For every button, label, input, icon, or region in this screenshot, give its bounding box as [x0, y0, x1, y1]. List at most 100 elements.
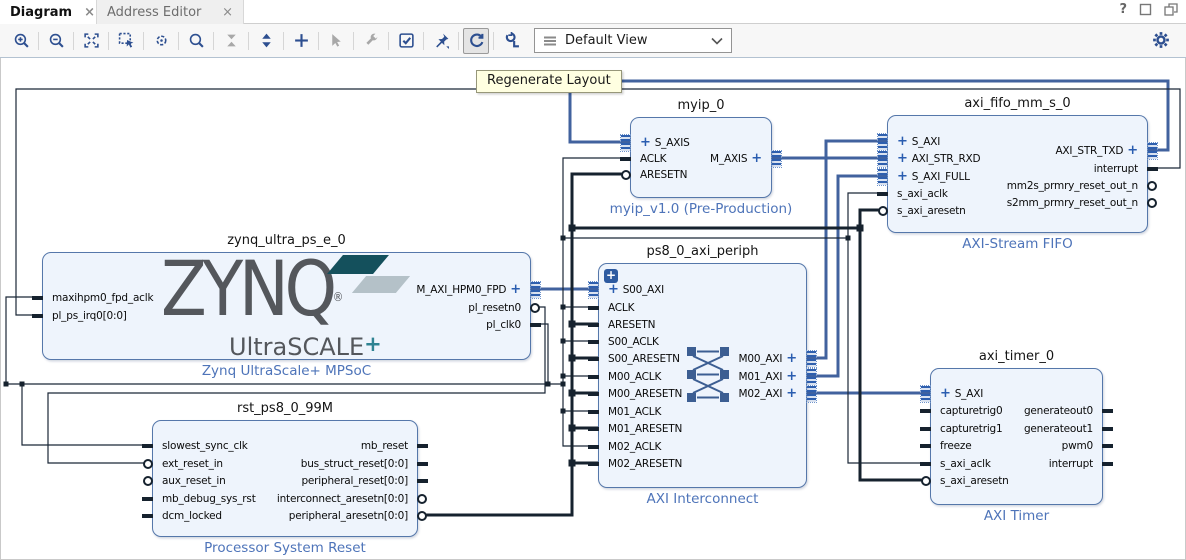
- port-interrupt[interactable]: interrupt: [1049, 457, 1093, 471]
- port-s00_aclk[interactable]: S00_ACLK: [608, 335, 659, 349]
- port-pl_clk0[interactable]: pl_clk0: [486, 318, 521, 332]
- port-s_axi_full[interactable]: +S_AXI_FULL: [897, 170, 970, 184]
- port-aresetn[interactable]: ARESETN: [608, 318, 655, 332]
- expand-interface-icon[interactable]: +: [608, 283, 619, 297]
- settings-gear-icon[interactable]: [1148, 27, 1174, 53]
- scalar-pin[interactable]: [142, 444, 153, 448]
- active-low-pin[interactable]: [417, 494, 427, 504]
- port-axi_str_txd[interactable]: AXI_STR_TXD+: [1055, 144, 1138, 158]
- expand-interface-icon[interactable]: +: [786, 370, 797, 384]
- interface-view-button[interactable]: [498, 28, 524, 54]
- port-s_axi[interactable]: +S_AXI: [897, 135, 940, 149]
- expand-interface-icon[interactable]: +: [897, 135, 908, 149]
- active-low-pin[interactable]: [1147, 181, 1157, 191]
- active-low-pin[interactable]: [143, 459, 153, 469]
- port-aclk[interactable]: ACLK: [608, 301, 634, 315]
- port-pwm0[interactable]: pwm0: [1062, 439, 1093, 453]
- scalar-pin[interactable]: [920, 427, 931, 431]
- center-view-button[interactable]: [148, 28, 174, 54]
- block-rst_ps8_0_99M[interactable]: slowest_sync_clkext_reset_inaux_reset_in…: [152, 420, 418, 537]
- pin-button[interactable]: [428, 28, 454, 54]
- active-low-pin[interactable]: [417, 511, 427, 521]
- active-low-pin[interactable]: [1147, 198, 1157, 208]
- port-aresetn[interactable]: ARESETN: [640, 168, 687, 182]
- scalar-pin[interactable]: [588, 340, 599, 344]
- block-myip_0[interactable]: +S_AXISACLKARESETNM_AXIS+: [630, 117, 772, 198]
- port-generateout1[interactable]: generateout1: [1024, 422, 1093, 436]
- port-mm2s_prmry_reset_out_n[interactable]: mm2s_prmry_reset_out_n: [1007, 179, 1138, 193]
- port-mb_reset[interactable]: mb_reset: [361, 439, 408, 453]
- port-s_axi_aresetn[interactable]: s_axi_aresetn: [940, 474, 1009, 488]
- port-m01_axi[interactable]: M01_AXI+: [739, 370, 797, 384]
- port-s2mm_prmry_reset_out_n[interactable]: s2mm_prmry_reset_out_n: [1007, 196, 1138, 210]
- port-m_axi_hpm0_fpd[interactable]: M_AXI_HPM0_FPD+: [416, 283, 521, 297]
- block-axi_fifo_mm_s_0[interactable]: +S_AXI +AXI_STR_RXD +S_AXI_FULL s_axi_aclks…: [887, 115, 1148, 233]
- scalar-pin[interactable]: [1102, 409, 1113, 413]
- port-interconnect_aresetn00[interactable]: interconnect_aresetn[0:0]: [277, 492, 408, 506]
- interface-pin[interactable]: [878, 151, 887, 167]
- port-generateout0[interactable]: generateout0: [1024, 404, 1093, 418]
- scalar-pin[interactable]: [1102, 427, 1113, 431]
- tab-address-editor[interactable]: Address Editor×: [97, 0, 244, 24]
- zoom-out-button[interactable]: [43, 28, 69, 54]
- expand-interface-icon[interactable]: +: [786, 352, 797, 366]
- port-interrupt[interactable]: interrupt: [1094, 162, 1138, 176]
- port-ext_reset_in[interactable]: ext_reset_in: [162, 457, 223, 471]
- port-s_axi_aclk[interactable]: s_axi_aclk: [940, 457, 991, 471]
- scalar-pin[interactable]: [620, 157, 631, 161]
- view-selector-dropdown[interactable]: Default View: [534, 28, 732, 53]
- port-s00_aresetn[interactable]: S00_ARESETN: [608, 352, 680, 366]
- port-m_axis[interactable]: M_AXIS+: [710, 152, 762, 166]
- expand-interface-icon[interactable]: +: [940, 387, 951, 401]
- scalar-pin[interactable]: [588, 427, 599, 431]
- interface-pin[interactable]: [589, 282, 598, 298]
- active-low-pin[interactable]: [921, 476, 931, 486]
- active-low-pin[interactable]: [621, 170, 631, 180]
- expand-interface-icon[interactable]: +: [751, 152, 762, 166]
- port-peripheral_aresetn00[interactable]: peripheral_aresetn[0:0]: [289, 509, 408, 523]
- port-s_axi_aclk[interactable]: s_axi_aclk: [897, 187, 948, 201]
- port-capturetrig1[interactable]: capturetrig1: [940, 422, 1003, 436]
- port-m01_aresetn[interactable]: M01_ARESETN: [608, 422, 682, 436]
- close-tab-icon[interactable]: ×: [222, 5, 233, 20]
- active-low-pin[interactable]: [878, 206, 888, 216]
- interface-pin[interactable]: [878, 169, 887, 185]
- interface-pin[interactable]: [1148, 143, 1157, 159]
- scalar-pin[interactable]: [588, 306, 599, 310]
- block-axi_timer_0[interactable]: +S_AXIcapturetrig0capturetrig1freezes_ax…: [930, 368, 1103, 505]
- select-mode-button[interactable]: [323, 28, 349, 54]
- port-m00_aclk[interactable]: M00_ACLK: [608, 370, 661, 384]
- add-ip-button[interactable]: [288, 28, 314, 54]
- expand-block-button[interactable]: +: [604, 269, 618, 283]
- scalar-pin[interactable]: [920, 462, 931, 466]
- port-m02_aclk[interactable]: M02_ACLK: [608, 440, 661, 454]
- interface-pin[interactable]: [921, 386, 930, 402]
- port-aux_reset_in[interactable]: aux_reset_in: [162, 474, 226, 488]
- port-s00_axi[interactable]: +S00_AXI: [608, 283, 664, 297]
- expand-interface-icon[interactable]: +: [897, 170, 908, 184]
- scalar-pin[interactable]: [32, 296, 43, 300]
- port-mb_debug_sys_rst[interactable]: mb_debug_sys_rst: [162, 492, 256, 506]
- scalar-pin[interactable]: [588, 375, 599, 379]
- tab-diagram[interactable]: Diagram×: [0, 0, 97, 24]
- expand-interface-icon[interactable]: +: [510, 283, 521, 297]
- port-m02_aresetn[interactable]: M02_ARESETN: [608, 457, 682, 471]
- zoom-fit-button[interactable]: [78, 28, 104, 54]
- active-low-pin[interactable]: [143, 476, 153, 486]
- port-m00_axi[interactable]: M00_AXI+: [739, 352, 797, 366]
- port-dcm_locked[interactable]: dcm_locked: [162, 509, 222, 523]
- scalar-pin[interactable]: [588, 410, 599, 414]
- scalar-pin[interactable]: [32, 314, 43, 318]
- port-m01_aclk[interactable]: M01_ACLK: [608, 405, 661, 419]
- scalar-pin[interactable]: [417, 444, 428, 448]
- scalar-pin[interactable]: [877, 192, 888, 196]
- port-aclk[interactable]: ACLK: [640, 152, 666, 166]
- port-axi_str_rxd[interactable]: +AXI_STR_RXD: [897, 152, 980, 166]
- interface-pin[interactable]: [807, 351, 816, 367]
- scalar-pin[interactable]: [588, 392, 599, 396]
- port-peripheral_reset00[interactable]: peripheral_reset[0:0]: [301, 474, 408, 488]
- maximize-icon[interactable]: [1139, 3, 1152, 16]
- scalar-pin[interactable]: [1147, 167, 1158, 171]
- expand-interface-icon[interactable]: +: [1127, 144, 1138, 158]
- scalar-pin[interactable]: [588, 357, 599, 361]
